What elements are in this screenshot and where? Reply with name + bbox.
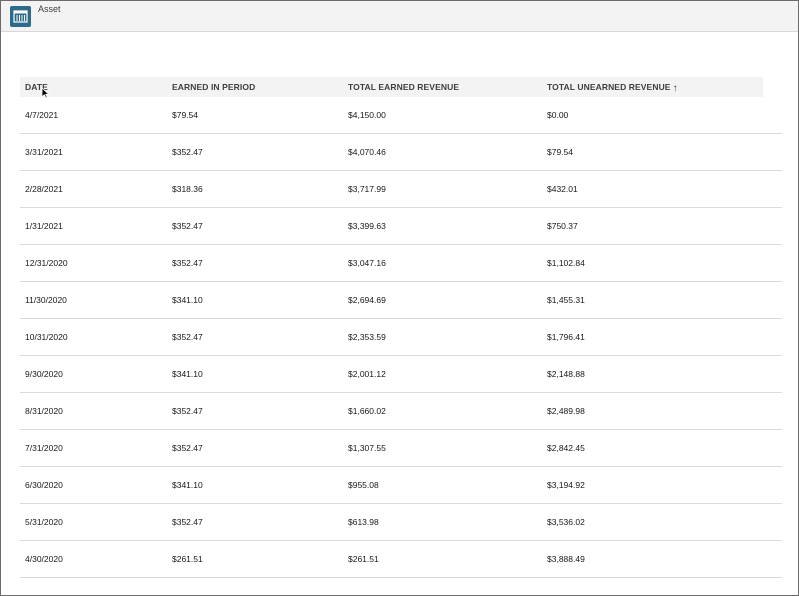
cell-earned-in-period: $261.51 — [172, 554, 203, 564]
asset-icon — [10, 6, 31, 27]
table-body: 4/7/2021 $79.54 $4,150.00 $0.00 3/31/2021 $35… — [20, 97, 782, 578]
page-header: Asset — [1, 1, 798, 32]
cell-total-unearned-revenue: $1,102.84 — [547, 258, 585, 268]
table-row: 9/30/2020 $341.10 $2,001.12 $2,148.88 — [20, 356, 782, 393]
table-row: 2/28/2021 $318.36 $3,717.99 $432.01 — [20, 171, 782, 208]
cell-total-earned-revenue: $1,307.55 — [348, 443, 386, 453]
cell-date: 4/7/2021 — [25, 110, 59, 120]
cell-date: 5/31/2020 — [25, 517, 63, 527]
cell-earned-in-period: $352.47 — [172, 258, 203, 268]
column-header-label: TOTAL UNEARNED REVENUE — [547, 82, 671, 92]
cell-earned-in-period: $352.47 — [172, 406, 203, 416]
table-row: 7/31/2020 $352.47 $1,307.55 $2,842.45 — [20, 430, 782, 467]
cell-total-earned-revenue: $613.98 — [348, 517, 379, 527]
sort-ascending-icon[interactable]: ↑ — [673, 79, 678, 99]
table-row: 8/31/2020 $352.47 $1,660.02 $2,489.98 — [20, 393, 782, 430]
cell-total-unearned-revenue: $1,455.31 — [547, 295, 585, 305]
cell-total-unearned-revenue: $2,148.88 — [547, 369, 585, 379]
cell-date: 3/31/2021 — [25, 147, 63, 157]
table-row: 1/31/2021 $352.47 $3,399.63 $750.37 — [20, 208, 782, 245]
cell-date: 9/30/2020 — [25, 369, 63, 379]
cell-total-unearned-revenue: $3,536.02 — [547, 517, 585, 527]
column-header-earned-in-period[interactable]: EARNED IN PERIOD — [172, 77, 255, 97]
cell-earned-in-period: $341.10 — [172, 295, 203, 305]
revenue-table: DATE EARNED IN PERIOD TOTAL EARNED REVEN… — [20, 77, 782, 578]
cell-total-earned-revenue: $3,717.99 — [348, 184, 386, 194]
cell-date: 6/30/2020 — [25, 480, 63, 490]
cell-total-earned-revenue: $2,353.59 — [348, 332, 386, 342]
window-frame: Asset DATE EARNED IN PERIOD TOTAL EARNED… — [0, 0, 799, 596]
cell-earned-in-period: $352.47 — [172, 443, 203, 453]
cell-date: 11/30/2020 — [25, 295, 67, 305]
cell-total-earned-revenue: $4,070.46 — [348, 147, 386, 157]
table-header-row: DATE EARNED IN PERIOD TOTAL EARNED REVEN… — [20, 77, 763, 99]
cell-earned-in-period: $352.47 — [172, 221, 203, 231]
table-row: 6/30/2020 $341.10 $955.08 $3,194.92 — [20, 467, 782, 504]
cell-total-earned-revenue: $3,047.16 — [348, 258, 386, 268]
table-row: 4/30/2020 $261.51 $261.51 $3,888.49 — [20, 541, 782, 578]
cell-total-unearned-revenue: $2,842.45 — [547, 443, 585, 453]
page-title: Asset — [38, 4, 61, 14]
cell-date: 1/31/2021 — [25, 221, 63, 231]
table-row: 10/31/2020 $352.47 $2,353.59 $1,796.41 — [20, 319, 782, 356]
cell-total-earned-revenue: $261.51 — [348, 554, 379, 564]
cell-date: 7/31/2020 — [25, 443, 63, 453]
cell-earned-in-period: $352.47 — [172, 332, 203, 342]
cell-total-earned-revenue: $2,001.12 — [348, 369, 386, 379]
cell-earned-in-period: $352.47 — [172, 517, 203, 527]
cell-earned-in-period: $341.10 — [172, 480, 203, 490]
column-header-total-unearned-revenue[interactable]: TOTAL UNEARNED REVENUE ↑ — [547, 77, 678, 97]
cell-date: 8/31/2020 — [25, 406, 63, 416]
cell-total-unearned-revenue: $3,194.92 — [547, 480, 585, 490]
cell-total-unearned-revenue: $0.00 — [547, 110, 569, 120]
cell-total-earned-revenue: $2,694.69 — [348, 295, 386, 305]
cell-date: 10/31/2020 — [25, 332, 68, 342]
cell-earned-in-period: $318.36 — [172, 184, 203, 194]
cell-earned-in-period: $352.47 — [172, 147, 203, 157]
cell-total-unearned-revenue: $1,796.41 — [547, 332, 585, 342]
column-header-total-earned-revenue[interactable]: TOTAL EARNED REVENUE — [348, 77, 459, 97]
table-row: 12/31/2020 $352.47 $3,047.16 $1,102.84 — [20, 245, 782, 282]
cell-date: 12/31/2020 — [25, 258, 68, 268]
cell-date: 4/30/2020 — [25, 554, 63, 564]
cell-total-earned-revenue: $1,660.02 — [348, 406, 386, 416]
cell-earned-in-period: $341.10 — [172, 369, 203, 379]
cell-date: 2/28/2021 — [25, 184, 63, 194]
table-row: 4/7/2021 $79.54 $4,150.00 $0.00 — [20, 97, 782, 134]
cell-total-unearned-revenue: $2,489.98 — [547, 406, 585, 416]
table-row: 5/31/2020 $352.47 $613.98 $3,536.02 — [20, 504, 782, 541]
table-row: 11/30/2020 $341.10 $2,694.69 $1,455.31 — [20, 282, 782, 319]
cell-total-earned-revenue: $4,150.00 — [348, 110, 386, 120]
cell-total-unearned-revenue: $432.01 — [547, 184, 578, 194]
table-row: 3/31/2021 $352.47 $4,070.46 $79.54 — [20, 134, 782, 171]
cell-total-earned-revenue: $3,399.63 — [348, 221, 386, 231]
cell-total-unearned-revenue: $79.54 — [547, 147, 573, 157]
cell-total-unearned-revenue: $750.37 — [547, 221, 578, 231]
cell-earned-in-period: $79.54 — [172, 110, 198, 120]
cell-total-earned-revenue: $955.08 — [348, 480, 379, 490]
cell-total-unearned-revenue: $3,888.49 — [547, 554, 585, 564]
